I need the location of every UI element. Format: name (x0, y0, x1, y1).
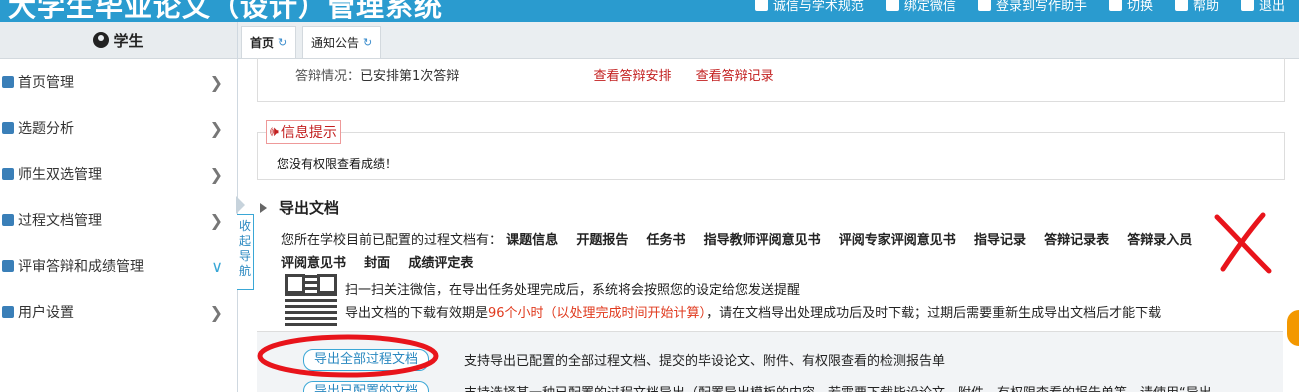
sidebar-item-home[interactable]: 首页管理 ❯ (0, 59, 237, 105)
sidebar-item-user-settings[interactable]: 用户设置 ❯ (0, 289, 237, 335)
sidebar-item-label: 过程文档管理 (18, 213, 102, 229)
view-defense-record-link[interactable]: 查看答辩记录 (696, 69, 774, 84)
export-configured-desc: 支持选择某一种已配置的过程文档导出（配置导出模板的内容，若需要下载毕设论文、附件… (464, 382, 1212, 392)
doc-item: 课题信息 (506, 233, 559, 248)
qr-note: 扫一扫关注微信，在导出任务处理完成后，系统将会按照您的设定给您发送提醒 (345, 283, 801, 298)
defense-status-label: 答辩情况： (295, 69, 361, 84)
sidebar-item-topic-analysis[interactable]: 选题分析 ❯ (0, 105, 237, 151)
tab-home-label: 首页 (250, 36, 275, 50)
logout-icon (1240, 0, 1254, 11)
logout-link[interactable]: 退出 (1240, 0, 1285, 14)
chevron-right-icon: ❯ (209, 73, 223, 92)
doc-item: 任务书 (646, 233, 686, 248)
wrench-icon (2, 76, 14, 88)
bind-wechat-link[interactable]: 绑定微信 (885, 0, 956, 14)
writing-assistant-label: 登录到写作助手 (995, 0, 1087, 14)
chart-icon (2, 260, 14, 272)
view-defense-schedule-link[interactable]: 查看答辩安排 (593, 69, 671, 84)
doc-item: 指导记录 (973, 233, 1026, 248)
validity-prefix: 导出文档的下载有效期是 (345, 306, 489, 321)
red-circle-annotation (257, 334, 439, 378)
list-icon (2, 122, 14, 134)
info-message: 您没有权限查看成绩！ (277, 157, 398, 171)
sidebar-item-label: 选题分析 (18, 121, 74, 137)
sidebar-item-mutual-selection[interactable]: 师生双选管理 ❯ (0, 151, 237, 197)
export-title-text: 导出文档 (279, 199, 340, 217)
chevron-right-icon: ❯ (209, 303, 223, 322)
tab-bar: 首页 ↻ 通知公告 ↻ (238, 22, 1299, 59)
header-links: 诚信与学术规范 绑定微信 登录到写作助手 切换 帮助 退出 (754, 0, 1285, 14)
info-legend: 🕪 信息提示 (266, 120, 341, 144)
help-icon (1174, 0, 1188, 11)
info-box (257, 132, 1285, 180)
refresh-icon[interactable]: ↻ (278, 36, 287, 49)
sidebar-item-label: 师生双选管理 (18, 167, 102, 183)
validity-note: 导出文档的下载有效期是96个小时（以处理完成时间开始计算），请在文档导出处理成功… (345, 302, 1161, 321)
sidebar-item-review-defense[interactable]: 评审答辩和成绩管理 ∨ (0, 243, 237, 289)
floating-side-button[interactable] (1287, 310, 1299, 346)
sidebar-item-label: 首页管理 (18, 75, 74, 91)
integrity-link-label: 诚信与学术规范 (772, 0, 864, 14)
wechat-qr-code (285, 274, 337, 326)
export-all-desc: 支持导出已配置的全部过程文档、提交的毕设论文、附件、有权限查看的检测报告单 (464, 354, 946, 369)
info-title: 信息提示 (280, 125, 337, 141)
wechat-icon (885, 0, 899, 11)
sidebar-item-process-docs[interactable]: 过程文档管理 ❯ (0, 197, 237, 243)
chevron-down-icon: ∨ (211, 257, 223, 276)
integrity-link[interactable]: 诚信与学术规范 (754, 0, 864, 14)
writing-assistant-link[interactable]: 登录到写作助手 (977, 0, 1087, 14)
doc-item: 评阅意见书 (281, 256, 347, 271)
doc-item: 答辩记录表 (1044, 233, 1110, 248)
user-icon (2, 306, 14, 318)
doc-item: 开题报告 (576, 233, 629, 248)
role-label: 学生 (113, 31, 144, 50)
help-link[interactable]: 帮助 (1174, 0, 1219, 14)
doc-item: 指导教师评阅意见书 (703, 233, 821, 248)
export-configured-docs-button[interactable]: 导出已配置的文档 (303, 381, 430, 392)
logout-label: 退出 (1258, 0, 1285, 14)
sidebar-role-header: 学生 (0, 22, 237, 59)
doc-item: 成绩评定表 (408, 256, 474, 271)
doc-item: 评阅专家评阅意见书 (838, 233, 956, 248)
validity-suffix: ，请在文档导出处理成功后及时下载；过期后需要重新生成导出文档后才能下载 (706, 306, 1162, 321)
switch-link[interactable]: 切换 (1108, 0, 1153, 14)
chevron-right-icon: ❯ (209, 119, 223, 138)
sidebar: 学生 首页管理 ❯ 选题分析 ❯ 师生双选管理 ❯ 过程文档管理 ❯ 评审答辩和成绩管理… (0, 22, 238, 392)
export-section-title[interactable]: 导出文档 (260, 197, 339, 218)
bind-wechat-label: 绑定微信 (903, 0, 956, 14)
sidebar-item-label: 用户设置 (18, 305, 74, 321)
doc-item: 封面 (364, 256, 391, 271)
tab-notice[interactable]: 通知公告 ↻ (302, 26, 382, 58)
doc-item: 答辩录入员 (1127, 233, 1193, 248)
chevron-right-icon: ❯ (209, 211, 223, 230)
folder-icon (2, 214, 14, 226)
defense-status-value: 已安排第1次答辩 (360, 69, 460, 84)
switch-icon (1108, 0, 1122, 11)
switch-label: 切换 (1126, 0, 1153, 14)
user-circle-icon (93, 32, 110, 48)
expand-triangle-icon (260, 203, 267, 213)
document-icon (754, 0, 768, 11)
users-icon (2, 168, 14, 180)
red-x-annotation (1214, 212, 1272, 274)
login-icon (977, 0, 991, 11)
help-label: 帮助 (1192, 0, 1219, 14)
top-header: 大学生毕业论文（设计）管理系统 诚信与学术规范 绑定微信 登录到写作助手 切换 … (0, 0, 1299, 22)
refresh-icon[interactable]: ↻ (363, 36, 372, 49)
validity-highlight: 96个小时（以处理完成时间开始计算） (488, 306, 707, 321)
docs-intro: 您所在学校目前已配置的过程文档有： (281, 233, 503, 248)
sidebar-item-label: 评审答辩和成绩管理 (18, 259, 144, 275)
chevron-right-icon: ❯ (209, 165, 223, 184)
tab-home[interactable]: 首页 ↻ (241, 26, 297, 58)
speaker-icon: 🕪 (270, 124, 279, 140)
system-title: 大学生毕业论文（设计）管理系统 (8, 0, 444, 22)
tab-notice-label: 通知公告 (311, 36, 360, 50)
configured-docs-line: 您所在学校目前已配置的过程文档有： 课题信息 开题报告 任务书 指导教师评阅意见… (281, 229, 1299, 275)
defense-row: 答辩情况：已安排第1次答辩 查看答辩安排 查看答辩记录 (295, 65, 774, 84)
